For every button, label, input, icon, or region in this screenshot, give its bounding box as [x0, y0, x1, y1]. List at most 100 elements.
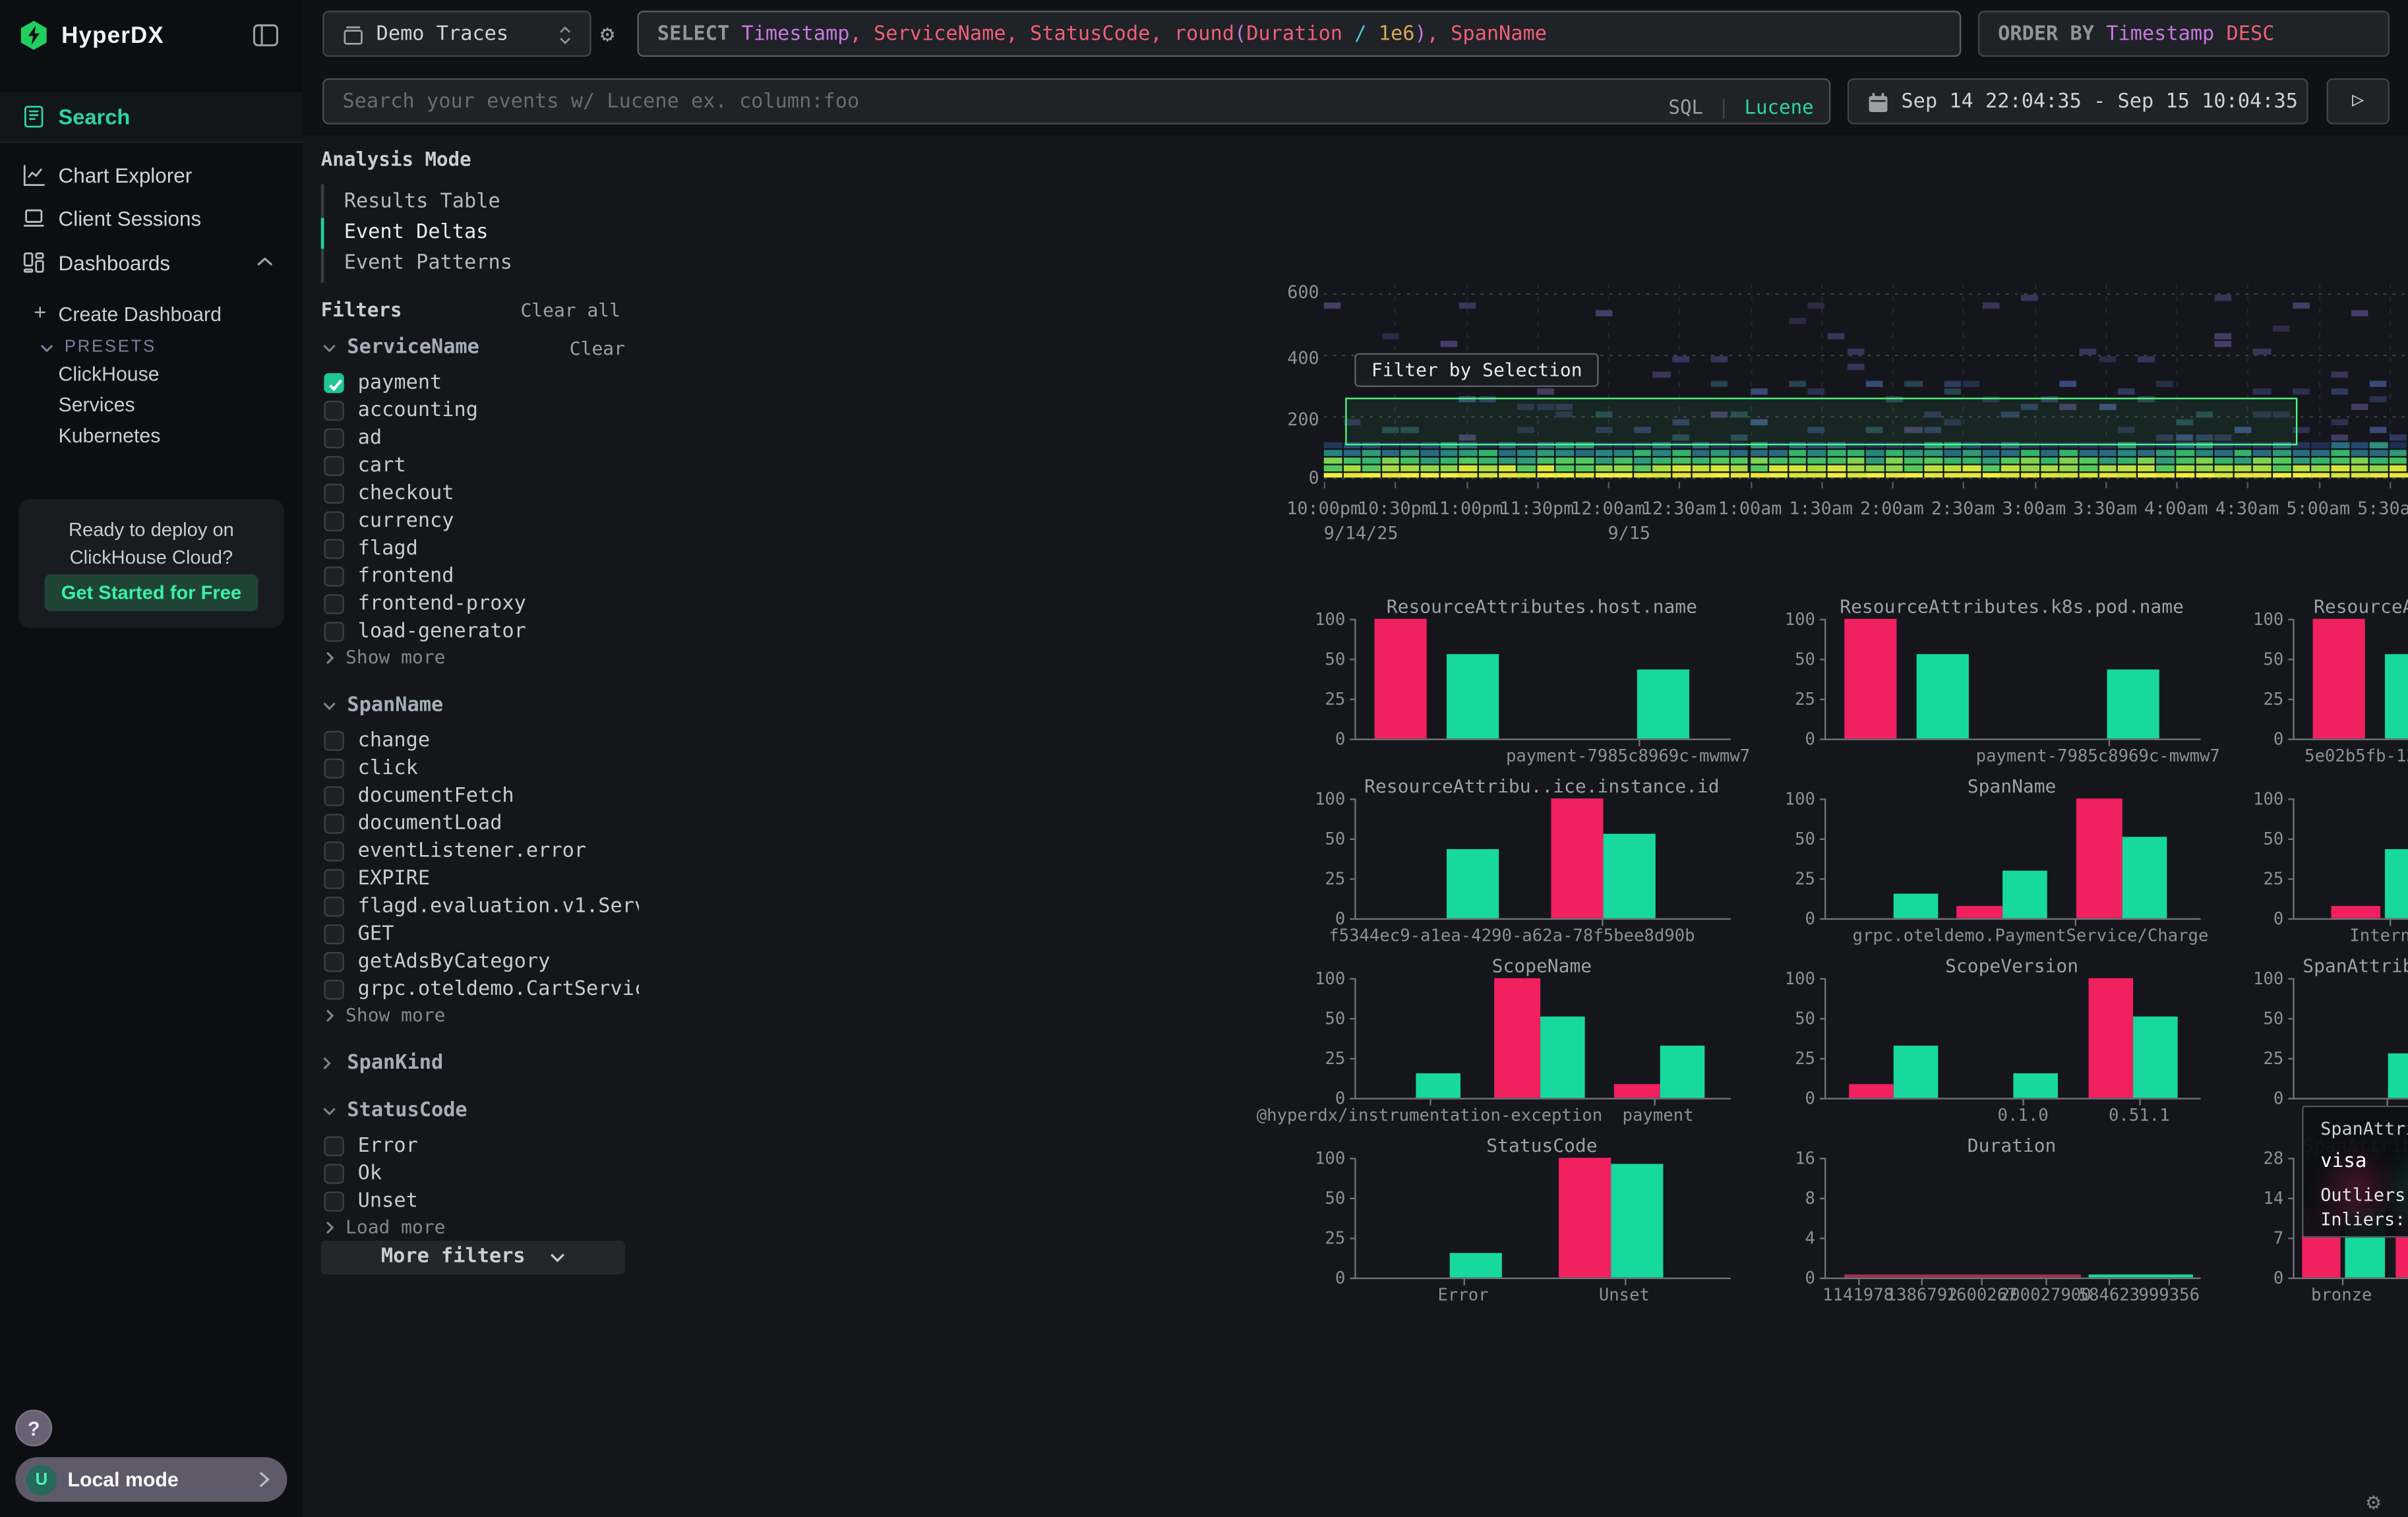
filter-checkbox-row[interactable]: cart — [303, 453, 639, 481]
get-started-button[interactable]: Get Started for Free — [45, 574, 258, 611]
filter-group-servicename[interactable]: ServiceNameClear — [303, 335, 639, 363]
filter-checkbox-row[interactable]: Unset — [303, 1189, 639, 1216]
clear-all-button[interactable]: Clear all — [520, 299, 620, 321]
checkbox-checked[interactable] — [324, 373, 344, 393]
page-settings-gear-icon[interactable]: ⚙ — [2366, 1488, 2380, 1516]
filter-checkbox-row[interactable]: load-generator — [303, 619, 639, 647]
checkbox-unchecked[interactable] — [324, 594, 344, 614]
filter-checkbox-row[interactable]: accounting — [303, 398, 639, 425]
chart-bar-inlier[interactable] — [2384, 655, 2408, 738]
panel-collapse-icon[interactable] — [252, 23, 280, 47]
date-range-picker[interactable]: Sep 14 22:04:35 - Sep 15 10:04:35 — [1848, 78, 2308, 125]
checkbox-unchecked[interactable] — [324, 539, 344, 559]
filter-group-spankind[interactable]: SpanKind — [303, 1050, 639, 1078]
chart-bar-inlier[interactable] — [2133, 1017, 2178, 1098]
chart-bar-inlier[interactable] — [1416, 1074, 1460, 1098]
checkbox-unchecked[interactable] — [324, 622, 344, 641]
chart-bar-outlier[interactable] — [1558, 1158, 1611, 1278]
order-by-input[interactable]: ORDER BY Timestamp DESC — [1978, 11, 2390, 57]
chart-bar-inlier[interactable] — [2107, 670, 2159, 738]
chart-bar-inlier[interactable] — [1916, 655, 1969, 738]
create-dashboard-button[interactable]: + Create Dashboard — [0, 295, 303, 332]
filter-checkbox-row[interactable]: frontend-proxy — [303, 591, 639, 619]
sidebar-item-search[interactable]: Search — [0, 92, 303, 143]
chart-plot[interactable] — [2293, 798, 2408, 920]
clear-filter-button[interactable]: Clear — [570, 338, 625, 359]
filter-checkbox-row[interactable]: change — [303, 728, 639, 756]
chart-bar-inlier[interactable] — [1894, 1045, 1939, 1098]
chart-bar-outlier[interactable] — [2088, 978, 2133, 1098]
checkbox-unchecked[interactable] — [324, 456, 344, 476]
chart-bar-inlier[interactable] — [1894, 894, 1939, 918]
chart-plot[interactable] — [1824, 1158, 2201, 1279]
filter-checkbox-row[interactable]: documentLoad — [303, 811, 639, 839]
checkbox-unchecked[interactable] — [324, 512, 344, 531]
chart-bar-inlier[interactable] — [1611, 1164, 1664, 1278]
show-more-button[interactable]: Show more — [326, 1004, 446, 1028]
filter-group-statuscode[interactable]: StatusCode — [303, 1098, 639, 1125]
filter-checkbox-row[interactable]: documentFetch — [303, 783, 639, 811]
sidebar-item-kubernetes[interactable]: Kubernetes — [59, 424, 161, 455]
checkbox-unchecked[interactable] — [324, 814, 344, 833]
events-heatmap[interactable]: Filter by Selection — [1324, 284, 2408, 481]
chart-bar-inlier[interactable] — [1450, 1253, 1503, 1277]
checkbox-unchecked[interactable] — [324, 786, 344, 806]
filter-checkbox-row[interactable]: Error — [303, 1133, 639, 1161]
chart-plot[interactable] — [1354, 978, 1731, 1100]
chart-bar-inlier[interactable] — [1446, 850, 1499, 918]
chart-plot[interactable] — [1824, 619, 2201, 740]
chart-bar-outlier[interactable] — [1957, 905, 2002, 918]
chart-bar-outlier[interactable] — [1848, 1083, 1893, 1098]
checkbox-unchecked[interactable] — [324, 429, 344, 448]
help-button[interactable]: ? — [15, 1410, 52, 1446]
checkbox-unchecked[interactable] — [324, 759, 344, 779]
run-query-button[interactable]: ▷ — [2327, 78, 2390, 125]
analysis-mode-option[interactable]: Event Patterns — [344, 252, 512, 275]
chart-plot[interactable] — [2293, 619, 2408, 740]
sidebar-item-chart-explorer[interactable]: Chart Explorer — [0, 155, 303, 198]
checkbox-unchecked[interactable] — [324, 841, 344, 861]
source-select[interactable]: Demo Traces — [322, 11, 591, 57]
chart-bar-inlier[interactable] — [2002, 870, 2047, 918]
sidebar-item-client-sessions[interactable]: Client Sessions — [0, 198, 303, 241]
filter-checkbox-row[interactable]: flagd — [303, 536, 639, 564]
chart-2-resourceattributes-k8s-pod-uid[interactable]: ResourceAttributes.k8s.pod.uid100502505e… — [2198, 596, 2408, 774]
checkbox-unchecked[interactable] — [324, 869, 344, 889]
chart-plot[interactable] — [1354, 798, 1731, 920]
filter-checkbox-row[interactable]: currency — [303, 508, 639, 536]
filter-checkbox-row[interactable]: checkout — [303, 481, 639, 508]
filter-checkbox-row[interactable]: Ok — [303, 1161, 639, 1189]
checkbox-unchecked[interactable] — [324, 1191, 344, 1211]
filter-checkbox-row[interactable]: click — [303, 756, 639, 783]
chart-5-spankind[interactable]: SpanKind10050250InternalServer — [2198, 775, 2408, 953]
chart-bar-inlier[interactable] — [1604, 835, 1656, 918]
filter-checkbox-row[interactable]: frontend — [303, 564, 639, 591]
chart-plot[interactable] — [2293, 978, 2408, 1100]
sidebar-item-clickhouse[interactable]: ClickHouse — [59, 363, 160, 394]
sidebar-item-dashboards[interactable]: Dashboards — [0, 243, 303, 285]
checkbox-unchecked[interactable] — [324, 401, 344, 421]
lucene-toggle[interactable]: Lucene — [1744, 95, 1813, 118]
chart-bar-outlier[interactable] — [2077, 798, 2122, 918]
checkbox-unchecked[interactable] — [324, 484, 344, 504]
chart-plot[interactable] — [1824, 798, 2201, 920]
sql-select-input[interactable]: SELECT Timestamp, ServiceName, StatusCod… — [638, 11, 1962, 57]
filter-checkbox-row[interactable]: EXPIRE — [303, 866, 639, 894]
chart-bar-inlier[interactable] — [1540, 1017, 1584, 1098]
chart-bar-inlier[interactable] — [1660, 1045, 1704, 1098]
chart-bar-inlier[interactable] — [2013, 1074, 2058, 1098]
sql-toggle[interactable]: SQL — [1668, 95, 1703, 118]
checkbox-unchecked[interactable] — [324, 952, 344, 972]
chart-bar-outlier[interactable] — [1375, 619, 1428, 739]
more-filters-button[interactable]: More filters — [321, 1241, 625, 1274]
chart-bar-outlier[interactable] — [1495, 978, 1540, 1098]
show-more-button[interactable]: Show more — [326, 647, 446, 671]
chart-bar-inlier[interactable] — [2388, 1053, 2408, 1098]
filter-checkbox-row[interactable]: GET — [303, 921, 639, 949]
chart-bar-outlier[interactable] — [2313, 619, 2366, 739]
source-settings-gear-icon[interactable]: ⚙ — [601, 20, 615, 47]
checkbox-unchecked[interactable] — [324, 980, 344, 999]
filter-group-spanname[interactable]: SpanName — [303, 692, 639, 720]
filter-checkbox-row[interactable]: getAdsByCategory — [303, 949, 639, 976]
checkbox-unchecked[interactable] — [324, 566, 344, 586]
